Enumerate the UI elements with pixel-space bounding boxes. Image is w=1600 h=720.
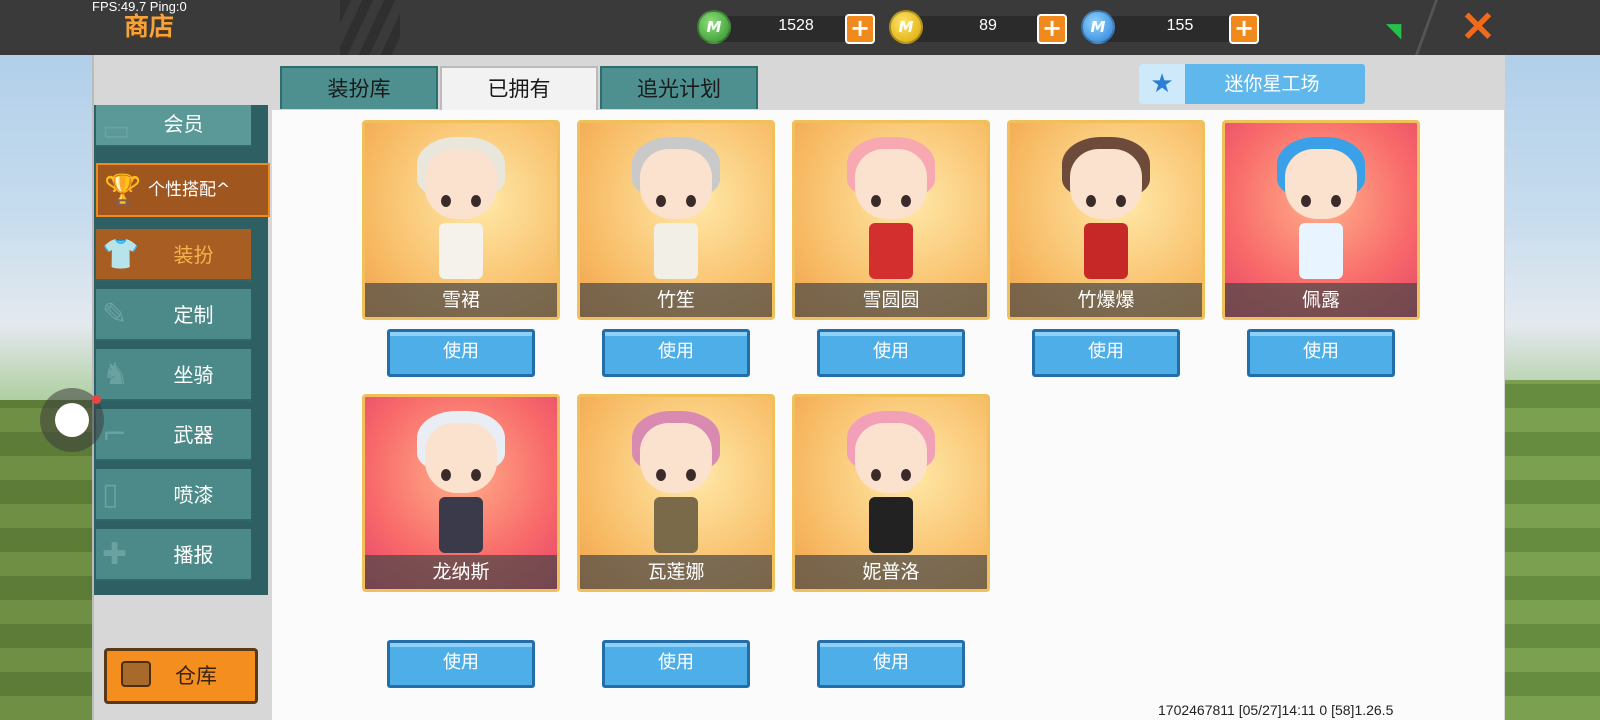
add-mini-point-button[interactable]: + — [1229, 14, 1259, 44]
character-eye — [871, 469, 881, 481]
close-button[interactable]: ✕ — [1456, 5, 1500, 49]
character-outfit — [1299, 223, 1343, 279]
character-outfit — [869, 497, 913, 553]
mini-point-icon: M — [1081, 10, 1115, 44]
sidebar-item-label: 武器 — [173, 423, 214, 447]
skin-card[interactable]: 龙纳斯 — [362, 394, 560, 592]
use-button[interactable]: 使用 — [602, 640, 750, 688]
tab-skin-library[interactable]: 装扮库 — [280, 66, 438, 109]
sidebar-item-label: 定制 — [173, 303, 214, 327]
character-eye — [656, 469, 666, 481]
character-outfit — [654, 223, 698, 279]
character-head — [855, 423, 927, 493]
character-outfit — [654, 497, 698, 553]
tab-owned[interactable]: 已拥有 — [440, 66, 598, 112]
star-icon: ★ — [1139, 64, 1185, 104]
warehouse-label: 仓库 — [175, 664, 217, 688]
skin-name: 妮普洛 — [795, 555, 987, 589]
mini-coin-icon: M — [889, 10, 923, 44]
character-head — [425, 423, 497, 493]
skin-card[interactable]: 瓦莲娜 — [577, 394, 775, 592]
character-head — [425, 149, 497, 219]
character-eye — [441, 469, 451, 481]
sidebar-item-label: 坐骑 — [173, 363, 214, 387]
character-eye — [686, 195, 696, 207]
mini-bean-icon: M — [697, 10, 731, 44]
character-head — [640, 149, 712, 219]
character-head — [640, 423, 712, 493]
character-head — [1070, 149, 1142, 219]
use-button[interactable]: 使用 — [387, 329, 535, 377]
use-button[interactable]: 使用 — [387, 640, 535, 688]
add-mini-bean-button[interactable]: + — [845, 14, 875, 44]
skin-card[interactable]: 佩露 — [1222, 120, 1420, 320]
sidebar-item-label: 装扮 — [173, 243, 214, 267]
currency-value: 89 — [979, 17, 997, 34]
character-eye — [1301, 195, 1311, 207]
warehouse-button[interactable]: 仓库 — [104, 648, 258, 704]
sidebar-item-customize[interactable]: ✎ 定制 — [96, 289, 251, 341]
character-outfit — [1084, 223, 1128, 279]
character-eye — [871, 195, 881, 207]
character-head — [1285, 149, 1357, 219]
use-button[interactable]: 使用 — [1032, 329, 1180, 377]
skin-name: 竹爆爆 — [1010, 283, 1202, 317]
sidebar-item-label: 播报 — [173, 543, 214, 567]
skin-name: 雪圆圆 — [795, 283, 987, 317]
character-eye — [901, 469, 911, 481]
character-outfit — [439, 497, 483, 553]
character-eye — [441, 195, 451, 207]
currency-value: 1528 — [778, 17, 814, 34]
chest-icon — [121, 661, 151, 687]
character-eye — [1086, 195, 1096, 207]
currency-value: 155 — [1166, 17, 1194, 34]
character-head — [855, 149, 927, 219]
page-title: 商店 — [124, 12, 175, 41]
top-bar-stripes — [340, 0, 400, 55]
use-button[interactable]: 使用 — [1247, 329, 1395, 377]
mini-workshop-label: 迷你星工场 — [1224, 73, 1320, 95]
skin-name: 佩露 — [1225, 283, 1417, 317]
add-mini-coin-button[interactable]: + — [1037, 14, 1067, 44]
skin-name: 竹笙 — [580, 283, 772, 317]
skin-card[interactable]: 妮普洛 — [792, 394, 990, 592]
skin-card[interactable]: 竹爆爆 — [1007, 120, 1205, 320]
character-eye — [471, 195, 481, 207]
use-button[interactable]: 使用 — [817, 640, 965, 688]
sidebar-item-outfit[interactable]: 👕 装扮 — [96, 229, 251, 281]
skin-name: 雪裙 — [365, 283, 557, 317]
character-eye — [656, 195, 666, 207]
sidebar-group-label: 个性搭配^ — [148, 180, 231, 200]
sidebar-item-broadcast[interactable]: ✚ 播报 — [96, 529, 251, 581]
sidebar: ▭ 会员 🏆 个性搭配^ 👕 装扮 ✎ 定制 ♞ 坐骑 ⌐ 武器 ▯ 喷漆 ✚ … — [94, 105, 270, 595]
character-eye — [1116, 195, 1126, 207]
mini-workshop-button[interactable]: ★ 迷你星工场 — [1139, 64, 1365, 104]
skin-name: 瓦莲娜 — [580, 555, 772, 589]
sidebar-item-mount[interactable]: ♞ 坐骑 — [96, 349, 251, 401]
sidebar-item-label: 喷漆 — [173, 483, 214, 507]
character-eye — [1331, 195, 1341, 207]
grass-block-right — [1500, 380, 1600, 720]
sidebar-group-personal-style[interactable]: 🏆 个性搭配^ — [96, 163, 270, 217]
skin-card[interactable]: 雪圆圆 — [792, 120, 990, 320]
tab-chase-light[interactable]: 追光计划 — [600, 66, 758, 109]
character-eye — [901, 195, 911, 207]
character-eye — [686, 469, 696, 481]
notification-dot — [92, 395, 101, 404]
sidebar-item-label: 会员 — [163, 112, 204, 136]
character-eye — [471, 469, 481, 481]
use-button[interactable]: 使用 — [602, 329, 750, 377]
sidebar-item-spray[interactable]: ▯ 喷漆 — [96, 469, 251, 521]
sidebar-item-weapon[interactable]: ⌐ 武器 — [96, 409, 251, 461]
skin-card[interactable]: 雪裙 — [362, 120, 560, 320]
skin-card[interactable]: 竹笙 — [577, 120, 775, 320]
build-stamp: 1702467811 [05/27]14:11 0 [58]1.26.5 — [1158, 702, 1394, 718]
signal-icon: ◥ — [1386, 18, 1402, 42]
use-button[interactable]: 使用 — [817, 329, 965, 377]
character-outfit — [869, 223, 913, 279]
sidebar-item-member[interactable]: ▭ 会员 — [96, 105, 251, 148]
character-outfit — [439, 223, 483, 279]
skin-name: 龙纳斯 — [365, 555, 557, 589]
